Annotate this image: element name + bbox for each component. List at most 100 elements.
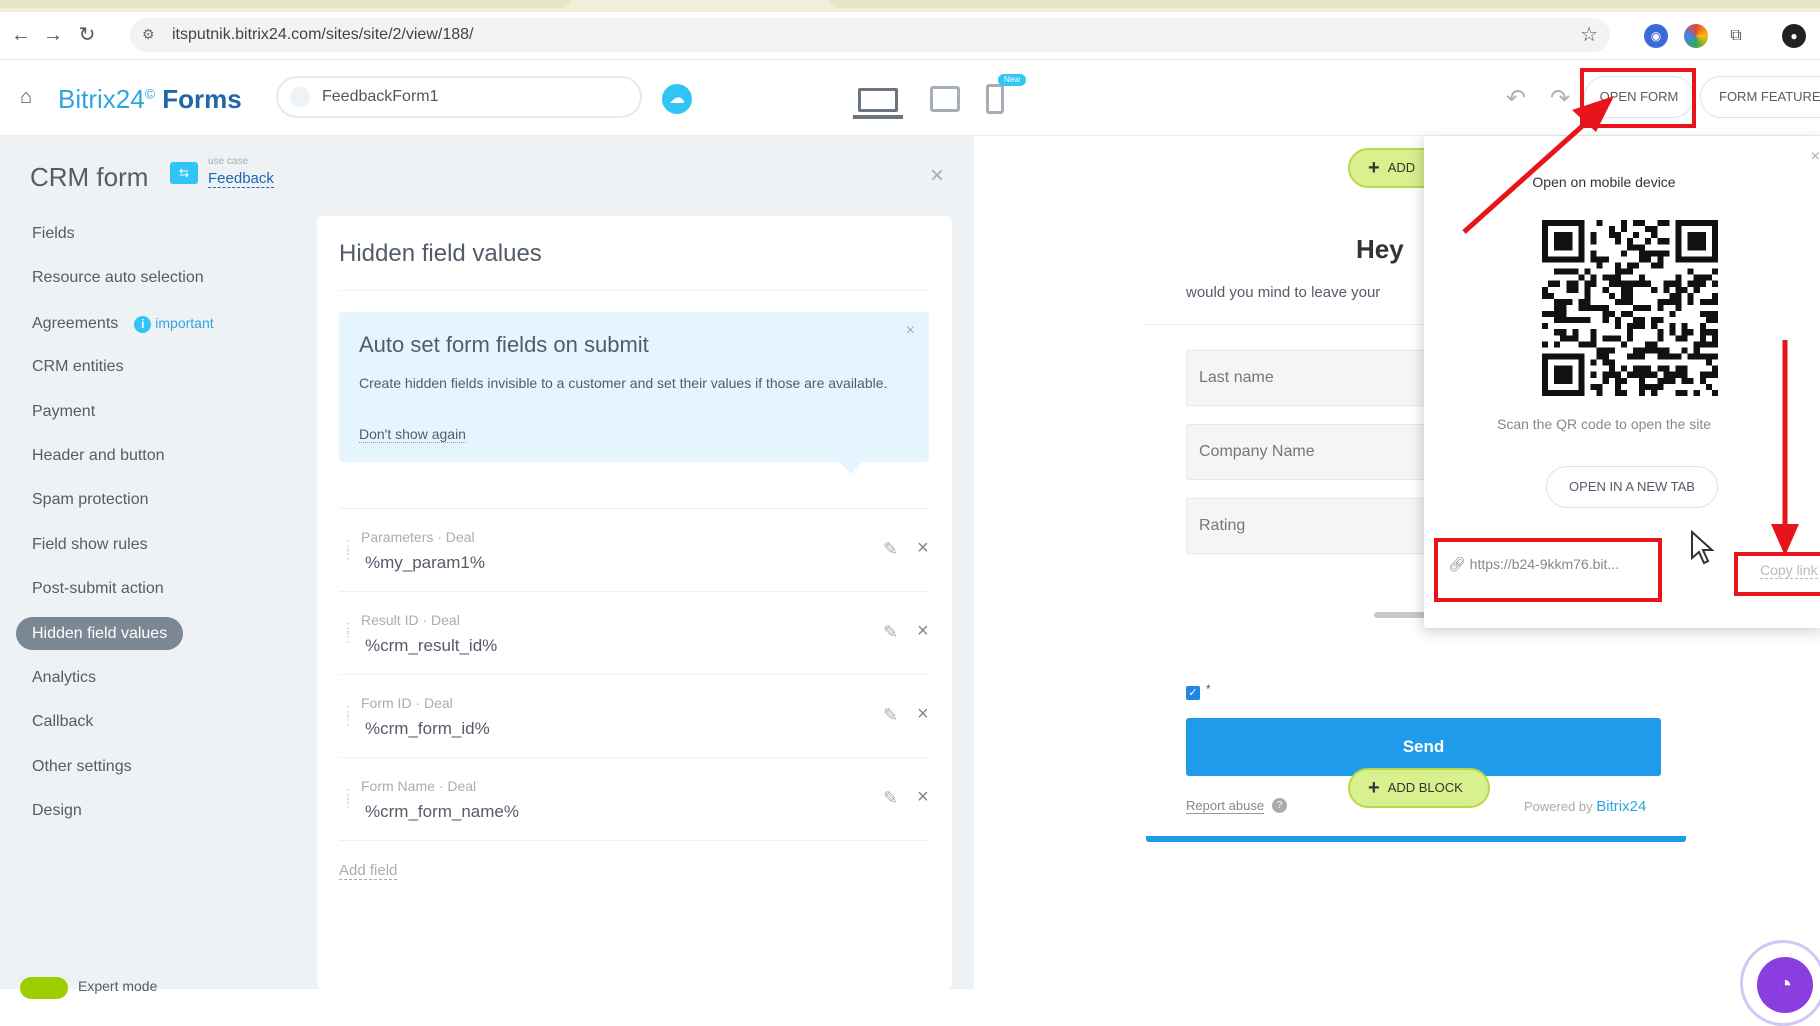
delete-x-icon[interactable]: × [917, 620, 929, 643]
edit-pencil-icon[interactable]: ✎ [883, 788, 898, 809]
edit-pencil-icon[interactable]: ✎ [883, 622, 898, 643]
undo-icon[interactable]: ↶ [1506, 84, 1526, 113]
edit-pencil-icon[interactable]: ✎ [883, 539, 898, 560]
qr-module [1633, 353, 1640, 360]
qr-module [1711, 292, 1718, 299]
qr-module [1584, 317, 1591, 324]
qr-module [1590, 238, 1597, 245]
desktop-view-icon[interactable] [853, 88, 903, 119]
powered-by[interactable]: Powered by Bitrix24 [1524, 798, 1646, 815]
nav-item-resource-auto-selection[interactable]: Resource auto selection [16, 256, 316, 300]
qr-module [1626, 298, 1634, 305]
drag-handle-icon[interactable]: ⋮ ⋮ [341, 787, 355, 809]
add-field-link[interactable]: Add field [339, 862, 398, 880]
bookmark-star-icon[interactable]: ☆ [1580, 22, 1598, 47]
nav-item-fields[interactable]: Fields [16, 212, 316, 256]
extensions-puzzle-icon[interactable]: ⧉ [1724, 24, 1748, 48]
input-placeholder: Company Name [1199, 443, 1315, 460]
nav-item-agreements[interactable]: Agreements i important [16, 301, 316, 345]
dont-show-again-link[interactable]: Don't show again [359, 426, 466, 443]
qr-module [1608, 347, 1615, 354]
chat-widget[interactable]: ◔ [1740, 940, 1820, 1026]
nav-item-other-settings[interactable]: Other settings [16, 745, 316, 789]
help-icon[interactable]: ? [1272, 798, 1287, 813]
profile-avatar[interactable]: ● [1782, 24, 1806, 48]
qr-module [1608, 280, 1615, 287]
add-block-label: ADD BLOCK [1387, 780, 1463, 795]
brand-prefix: Bitrix24 [58, 84, 145, 114]
qr-module [1626, 286, 1634, 293]
delete-x-icon[interactable]: × [917, 537, 929, 560]
qr-module [1657, 383, 1664, 390]
open-in-new-tab-button[interactable]: OPEN IN A NEW TAB [1546, 466, 1718, 508]
redo-icon[interactable]: ↷ [1550, 84, 1570, 113]
nav-item-crm-entities[interactable]: CRM entities [16, 345, 316, 389]
form-name-field[interactable] [276, 76, 642, 118]
qr-module [1602, 347, 1609, 354]
qr-module [1584, 268, 1591, 275]
qr-module [1620, 298, 1627, 305]
report-abuse-link[interactable]: Report abuse [1186, 798, 1265, 814]
qr-module [1584, 280, 1591, 287]
nav-item-post-submit-action[interactable]: Post-submit action [16, 567, 316, 611]
qr-module [1675, 353, 1682, 360]
qr-module [1542, 341, 1549, 348]
agreement-checkbox[interactable]: ✓ [1186, 686, 1200, 700]
delete-x-icon[interactable]: × [917, 786, 929, 809]
back-icon[interactable]: ← [8, 22, 34, 48]
nav-item-design[interactable]: Design [16, 789, 316, 833]
delete-x-icon[interactable]: × [917, 703, 929, 726]
qr-module [1602, 335, 1609, 342]
qr-module [1663, 371, 1670, 378]
use-case-link[interactable]: Feedback [208, 170, 274, 188]
forward-icon[interactable]: → [40, 22, 66, 48]
qr-module [1657, 256, 1664, 263]
qr-module [1699, 335, 1706, 342]
drag-handle-icon[interactable]: ⋮ ⋮ [341, 704, 355, 726]
site-info-icon[interactable]: ⚙ [142, 26, 155, 43]
drag-handle-icon[interactable]: ⋮ ⋮ [341, 621, 355, 643]
list-item: ⋮ ⋮ Form Name · Deal %crm_form_name% ✎ × [339, 758, 929, 841]
close-popup-icon[interactable]: × [1811, 148, 1820, 166]
important-badge[interactable]: i important [134, 315, 214, 333]
nav-item-analytics[interactable]: Analytics [16, 656, 316, 700]
nav-item-header-and-button[interactable]: Header and button [16, 434, 316, 478]
address-bar[interactable]: ⚙ itsputnik.bitrix24.com/sites/site/2/vi… [130, 18, 1610, 52]
input-placeholder: Rating [1199, 517, 1246, 534]
info-icon: i [134, 315, 152, 333]
qr-module [1572, 335, 1579, 342]
edit-pencil-icon[interactable]: ✎ [883, 705, 898, 726]
expert-mode-toggle[interactable] [20, 977, 68, 999]
extension-2-icon[interactable] [1684, 24, 1708, 48]
nav-item-field-show-rules[interactable]: Field show rules [16, 523, 316, 567]
nav-item-spam-protection[interactable]: Spam protection [16, 478, 316, 522]
form-features-button[interactable]: FORM FEATURES [1700, 76, 1820, 118]
qr-module [1699, 353, 1706, 360]
qr-module [1542, 323, 1549, 330]
qr-module [1657, 377, 1664, 384]
qr-module [1657, 335, 1664, 342]
url-text[interactable]: itsputnik.bitrix24.com/sites/site/2/view… [172, 26, 473, 44]
qr-module [1590, 371, 1597, 378]
nav-item-payment[interactable]: Payment [16, 390, 316, 434]
qr-module [1639, 274, 1646, 281]
tablet-view-icon[interactable] [930, 86, 960, 112]
close-info-icon[interactable]: × [906, 322, 915, 340]
add-block-button[interactable]: + ADD BLOCK [1348, 768, 1490, 808]
form-name-input[interactable] [322, 85, 622, 109]
qr-module [1626, 280, 1634, 287]
extension-1-icon[interactable]: ◉ [1644, 24, 1668, 48]
nav-item-hidden-field-values[interactable]: Hidden field values [16, 612, 316, 656]
home-icon[interactable]: ⌂ [20, 86, 32, 109]
qr-module [1645, 341, 1652, 348]
close-icon[interactable]: × [930, 162, 944, 190]
mobile-view-icon[interactable] [986, 84, 1004, 114]
cloud-save-icon[interactable]: ☁ [662, 84, 692, 114]
qr-module [1705, 317, 1712, 324]
reload-icon[interactable]: ↻ [74, 22, 100, 48]
drag-handle-icon[interactable]: ⋮ ⋮ [341, 538, 355, 560]
qr-module [1705, 371, 1712, 378]
nav-item-callback[interactable]: Callback [16, 700, 316, 744]
qr-module [1639, 365, 1646, 372]
qr-module [1711, 371, 1718, 378]
